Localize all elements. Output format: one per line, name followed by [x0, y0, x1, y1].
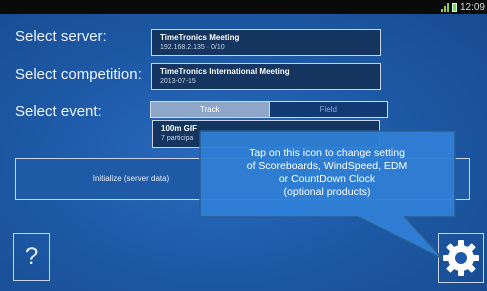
callout-line: of Scoreboards, WindSpeed, EDM: [246, 160, 408, 172]
competition-date: 2013-07-15: [160, 78, 196, 85]
event-detail: 7 participa: [161, 135, 194, 142]
callout-line: Tap on this icon to change setting: [249, 147, 405, 159]
status-bar: 12:09: [0, 0, 487, 14]
callout-line: (optional products): [283, 186, 371, 198]
help-icon: ?: [24, 243, 39, 270]
gear-icon: [443, 240, 479, 276]
server-field[interactable]: TimeTronics Meeting 192.168.2.135 · 0/10: [151, 29, 381, 56]
battery-icon: [451, 2, 457, 12]
event-name: 100m GIF: [161, 124, 198, 133]
help-button[interactable]: ?: [13, 233, 50, 281]
competition-field[interactable]: TimeTronics International Meeting 2013-0…: [151, 63, 381, 90]
event-field[interactable]: 100m GIF 7 participa: [152, 120, 380, 148]
callout-line: or CountDown Clock: [278, 173, 376, 185]
status-time: 12:09: [459, 1, 485, 13]
tab-field[interactable]: Field: [268, 102, 387, 117]
callout-text: Tap on this icon to change setting of Sc…: [206, 147, 448, 199]
app-screen: 12:09 Select server: TimeTronics Meeting…: [0, 0, 487, 291]
server-detail: 192.168.2.135 · 0/10: [160, 44, 225, 51]
competition-name: TimeTronics International Meeting: [160, 67, 290, 76]
select-event-label: Select event:: [15, 103, 102, 120]
server-name: TimeTronics Meeting: [160, 33, 240, 42]
select-server-label: Select server:: [15, 28, 107, 45]
tab-track[interactable]: Track: [151, 102, 269, 117]
settings-button[interactable]: [438, 233, 484, 283]
select-competition-label: Select competition:: [15, 66, 142, 83]
event-type-toggle: Track Field: [150, 101, 388, 118]
signal-icon: [440, 2, 449, 12]
